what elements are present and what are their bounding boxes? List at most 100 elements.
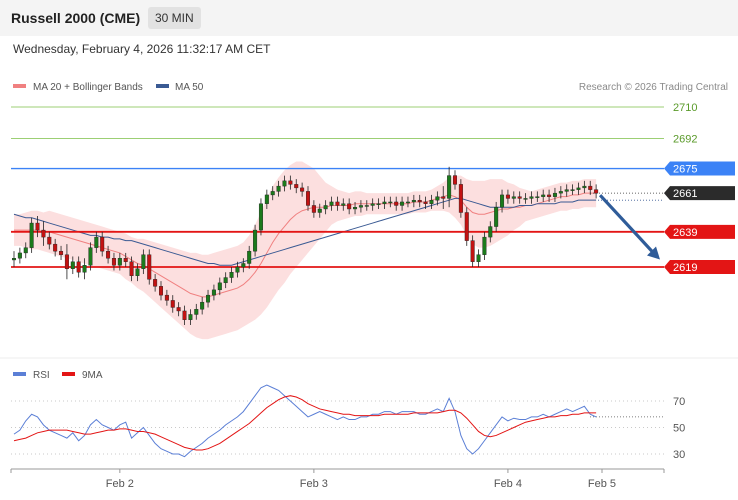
candle-body <box>253 229 258 252</box>
legend-label-ma50: MA 50 <box>175 82 204 93</box>
candle-body <box>300 187 305 192</box>
candle-body <box>535 196 540 198</box>
candle-body <box>100 236 105 252</box>
legend-label-9ma: 9MA <box>82 370 103 381</box>
rsi-legend: RSI 9MA <box>13 370 103 381</box>
candle-body <box>564 189 569 192</box>
candle-body <box>364 205 369 207</box>
candle-body <box>11 258 16 261</box>
candle-body <box>264 194 269 204</box>
candle-body <box>447 175 452 199</box>
candle-body <box>470 240 475 262</box>
candle-body <box>111 258 116 266</box>
candle-body <box>64 254 69 269</box>
legend-swatch-rsi <box>13 372 26 376</box>
candle-body <box>464 212 469 241</box>
candle-body <box>423 201 428 204</box>
level-label: 2710 <box>673 102 697 114</box>
candle-body <box>400 201 405 206</box>
candle-body <box>153 279 158 287</box>
x-tick-label: Feb 5 <box>588 478 616 490</box>
candle-body <box>353 207 358 210</box>
candle-body <box>306 191 311 206</box>
candle-body <box>164 294 169 301</box>
candle-body <box>211 289 216 296</box>
candle-body <box>376 203 381 205</box>
candle-body <box>88 247 93 266</box>
candle-body <box>176 307 181 312</box>
candle-body <box>35 222 40 231</box>
legend-swatch-ma50 <box>156 84 169 88</box>
rsi-panel: 70 50 30 <box>11 384 685 461</box>
candle-body <box>382 201 387 204</box>
candle-body <box>341 203 346 206</box>
candle-body <box>70 261 75 269</box>
candle-body <box>247 250 252 264</box>
candle-body <box>394 201 399 206</box>
candle-body <box>458 184 463 213</box>
candle-body <box>82 265 87 273</box>
candle-body <box>482 236 487 255</box>
watermark: Research © 2026 Trading Central <box>579 82 728 93</box>
candle-body <box>405 201 410 204</box>
legend-label-ma20: MA 20 + Bollinger Bands <box>33 82 143 93</box>
candle-body <box>17 252 22 259</box>
candle-body <box>200 301 205 310</box>
candle-body <box>282 180 287 187</box>
level-label: 2619 <box>673 262 697 274</box>
candle-body <box>123 258 128 262</box>
candle-body <box>347 203 352 210</box>
candle-body <box>323 205 328 210</box>
candle-body <box>135 268 140 276</box>
candle-body <box>182 310 187 320</box>
candle-body <box>547 194 552 197</box>
candle-body <box>441 196 446 199</box>
rsi-tick-label: 30 <box>673 449 685 461</box>
candle-body <box>411 199 416 203</box>
candle-body <box>194 308 199 315</box>
candle-body <box>141 254 146 269</box>
candle-body <box>53 243 58 252</box>
rsi-line <box>13 384 597 458</box>
candle-body <box>235 266 240 273</box>
candle-body <box>358 205 363 208</box>
candle-body <box>594 189 599 194</box>
rsi-ma-line <box>13 395 597 451</box>
time-axis: Feb 2 Feb 3 Feb 4 Feb 5 <box>10 469 665 490</box>
candle-body <box>59 250 64 255</box>
level-label: 2692 <box>673 134 697 146</box>
candle-body <box>494 207 499 227</box>
candle-body <box>294 184 299 189</box>
x-tick-label: Feb 2 <box>106 478 134 490</box>
candle-body <box>147 254 152 280</box>
candle-body <box>417 199 422 203</box>
candle-body <box>241 263 246 268</box>
candle-body <box>229 272 234 278</box>
candle-body <box>529 196 534 199</box>
candle-body <box>317 208 322 213</box>
candle-body <box>588 185 593 190</box>
candle-body <box>106 250 111 259</box>
candle-body <box>129 261 134 276</box>
level-labels: 2710 2692 2675 2661 2639 2619 <box>664 102 735 274</box>
candle-body <box>170 300 175 308</box>
main-legend: MA 20 + Bollinger Bands MA 50 <box>13 82 204 93</box>
candle-body <box>500 194 505 208</box>
candle-body <box>453 175 458 185</box>
candle-body <box>258 203 263 231</box>
candle-body <box>511 196 516 199</box>
candle-body <box>217 282 222 291</box>
rsi-tick-label: 70 <box>673 396 685 408</box>
legend-label-rsi: RSI <box>33 370 50 381</box>
candle-body <box>223 277 228 284</box>
candle-body <box>552 192 557 197</box>
candle-body <box>311 205 316 213</box>
forecast-arrow-shaft <box>598 194 656 255</box>
candle-body <box>335 201 340 206</box>
candle-body <box>505 194 510 199</box>
legend-swatch-9ma <box>62 372 75 376</box>
candle-body <box>429 199 434 204</box>
candle-body <box>570 189 575 191</box>
candle-body <box>94 236 99 248</box>
chart-canvas: MA 20 + Bollinger Bands MA 50 Research ©… <box>0 82 738 490</box>
